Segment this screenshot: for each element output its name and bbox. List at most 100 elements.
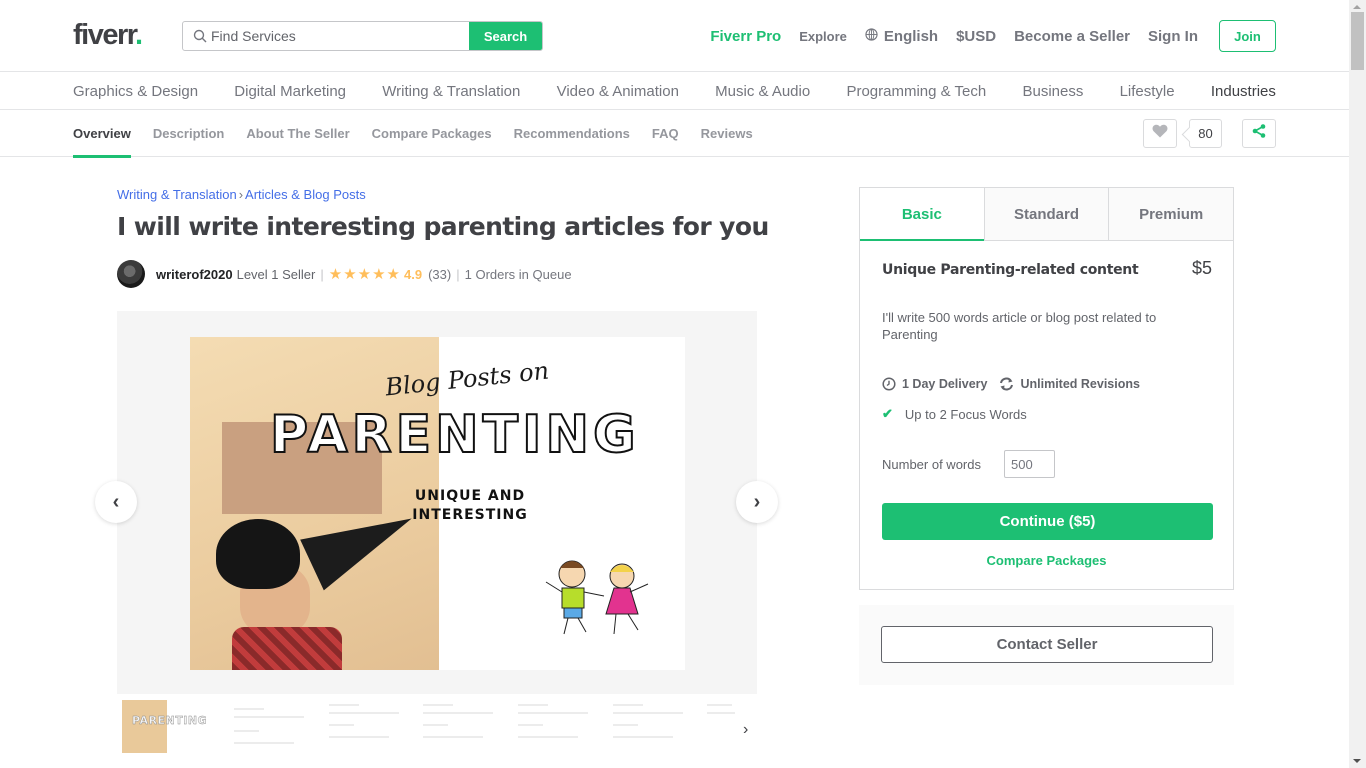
search-bar: Search [182, 21, 543, 51]
category-video-animation[interactable]: Video & Animation [557, 83, 679, 100]
thumbnail-item[interactable] [613, 700, 703, 753]
thumbnail-item[interactable] [329, 700, 419, 753]
continue-button[interactable]: Continue ($5) [882, 503, 1213, 540]
category-digital-marketing[interactable]: Digital Marketing [234, 83, 346, 100]
gallery-prev-button[interactable]: ‹ [95, 481, 137, 523]
page-scrollbar[interactable] [1349, 0, 1366, 768]
scroll-up-arrow-icon[interactable] [1353, 5, 1361, 9]
fiverr-pro-link[interactable]: Fiverr Pro [710, 28, 781, 45]
chevron-left-icon: ‹ [112, 490, 120, 513]
clock-icon [882, 377, 896, 391]
thumbnail-item[interactable]: PARENTING [122, 700, 212, 753]
package-description: I'll write 500 words article or blog pos… [882, 310, 1157, 342]
sign-in-link[interactable]: Sign In [1148, 28, 1198, 45]
search-button[interactable]: Search [469, 22, 542, 50]
favorite-button[interactable] [1143, 119, 1177, 148]
search-input[interactable] [207, 22, 469, 50]
seller-overview: writerof2020 Level 1 Seller | ★★★★★ 4.9 … [117, 259, 572, 289]
language-label: English [883, 27, 939, 45]
thumbnail-item[interactable] [707, 700, 737, 753]
chevron-right-icon: › [753, 490, 761, 513]
share-button[interactable] [1242, 119, 1276, 148]
likes-count: 80 [1189, 119, 1222, 148]
tab-recommendations[interactable]: Recommendations [514, 110, 630, 157]
share-icon [1252, 124, 1266, 143]
category-graphics-design[interactable]: Graphics & Design [73, 83, 198, 100]
words-input[interactable] [1003, 450, 1055, 478]
revisions-count: Unlimited Revisions [1020, 377, 1140, 391]
search-icon [183, 22, 207, 50]
gig-gallery: Blog Posts on PARENTING UNIQUE AND INTERE… [117, 311, 757, 694]
gig-section-tabs: Overview Description About The Seller Co… [73, 110, 775, 158]
tab-reviews[interactable]: Reviews [701, 110, 753, 157]
breadcrumb-separator: › [238, 187, 244, 202]
tab-overview[interactable]: Overview [73, 110, 131, 158]
divider: | [320, 266, 324, 282]
gig-actions: 80 [1143, 119, 1276, 148]
image-subtitle-line-2: INTERESTING [412, 507, 528, 523]
package-feature-item: ✔ Up to 2 Focus Words [882, 406, 1027, 422]
breadcrumb-articles-blog-posts[interactable]: Articles & Blog Posts [245, 187, 366, 202]
seller-level: Level 1 Seller [236, 266, 316, 282]
thumbnail-headline: PARENTING [132, 714, 208, 727]
scroll-down-arrow-icon[interactable] [1353, 759, 1361, 763]
seller-avatar[interactable] [117, 260, 145, 288]
gig-page: fiverr. Search Fiverr Pro Explore Englis… [0, 0, 1349, 768]
orders-in-queue: 1 Orders in Queue [464, 266, 572, 282]
gallery-next-button[interactable]: › [736, 481, 778, 523]
explore-link[interactable]: Explore [799, 29, 847, 44]
child-shirt-graphic [232, 627, 342, 670]
package-tab-premium[interactable]: Premium [1108, 188, 1234, 240]
thumbnails-next-icon[interactable]: › [743, 721, 748, 739]
refresh-icon [999, 377, 1014, 391]
join-button[interactable]: Join [1219, 20, 1276, 52]
top-header: fiverr. Search Fiverr Pro Explore Englis… [0, 0, 1349, 72]
gallery-thumbnails: PARENTING › [117, 695, 757, 768]
package-tab-standard[interactable]: Standard [983, 188, 1109, 240]
package-tab-basic[interactable]: Basic [860, 188, 984, 241]
divider: | [456, 266, 460, 282]
tab-compare-packages[interactable]: Compare Packages [372, 110, 492, 157]
category-business[interactable]: Business [1022, 83, 1083, 100]
image-headline: PARENTING [269, 404, 640, 466]
fiverr-logo[interactable]: fiverr. [73, 19, 143, 52]
seller-username[interactable]: writerof2020 [156, 267, 233, 282]
become-seller-link[interactable]: Become a Seller [1014, 28, 1130, 45]
tab-about-seller[interactable]: About The Seller [246, 110, 349, 157]
contact-seller-button[interactable]: Contact Seller [881, 626, 1213, 663]
rating-score: 4.9 [404, 266, 423, 282]
logo-text: fiverr [73, 19, 136, 51]
review-count[interactable]: (33) [428, 267, 451, 282]
category-menu: Graphics & Design Digital Marketing Writ… [0, 73, 1349, 110]
thumbnail-item[interactable] [423, 700, 513, 753]
tab-description[interactable]: Description [153, 110, 225, 157]
gig-sub-nav: Overview Description About The Seller Co… [0, 110, 1349, 158]
cartoon-kids-illustration [545, 560, 649, 635]
package-name: Unique Parenting-related content [882, 262, 1139, 278]
delivery-time: 1 Day Delivery [902, 377, 988, 391]
category-writing-translation[interactable]: Writing & Translation [382, 83, 520, 100]
category-music-audio[interactable]: Music & Audio [715, 83, 810, 100]
category-industries[interactable]: Industries [1211, 83, 1276, 100]
child-hat-graphic [216, 519, 300, 589]
tab-faq[interactable]: FAQ [652, 110, 679, 157]
thumbnail-item[interactable] [518, 700, 608, 753]
category-lifestyle[interactable]: Lifestyle [1120, 83, 1175, 100]
package-card: Basic Standard Premium Unique Parenting-… [859, 187, 1234, 590]
heart-icon [1152, 124, 1168, 143]
breadcrumb-writing-translation[interactable]: Writing & Translation [117, 187, 237, 202]
logo-dot: . [134, 19, 143, 51]
contact-seller-section: Contact Seller [859, 605, 1234, 685]
category-programming-tech[interactable]: Programming & Tech [846, 83, 986, 100]
currency-selector[interactable]: $USD [956, 28, 996, 45]
language-selector[interactable]: English [865, 28, 938, 45]
image-subtitle-line-1: UNIQUE AND [414, 488, 526, 504]
package-delivery-info: 1 Day Delivery Unlimited Revisions [882, 377, 1140, 391]
scrollbar-thumb[interactable] [1351, 12, 1364, 70]
image-subtitle: UNIQUE AND INTERESTING [395, 487, 545, 525]
gig-title: I will write interesting parenting artic… [117, 212, 769, 241]
compare-packages-link[interactable]: Compare Packages [860, 553, 1233, 568]
star-rating-icons: ★★★★★ [328, 266, 402, 283]
thumbnail-item[interactable] [234, 700, 324, 753]
checkmark-icon: ✔ [882, 406, 893, 421]
